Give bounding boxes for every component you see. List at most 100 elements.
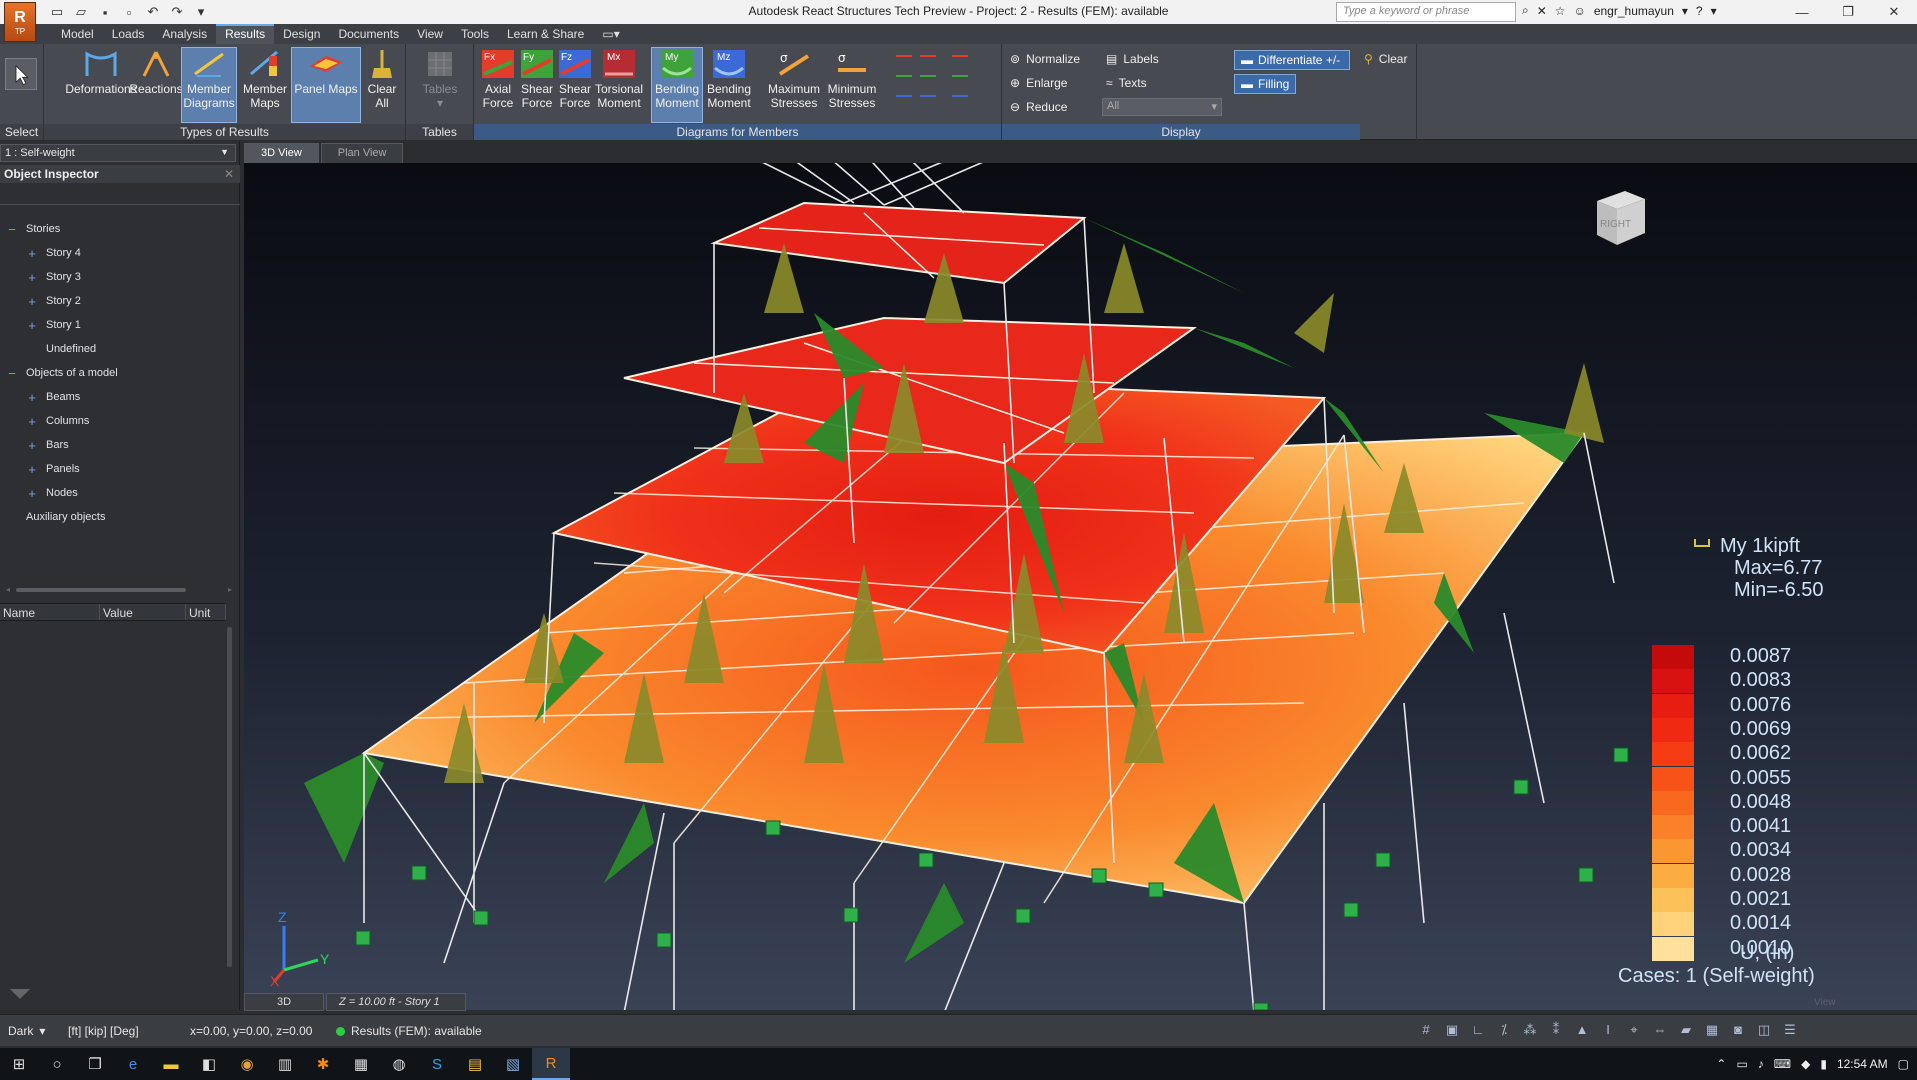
scroll-left-icon[interactable]: ◂: [6, 585, 10, 594]
qat-dropdown-icon[interactable]: ▾: [192, 3, 210, 21]
edge-icon[interactable]: e: [114, 1048, 152, 1080]
tables-button[interactable]: Tables ▾: [420, 48, 460, 110]
binoculars-icon[interactable]: ⌕: [1522, 3, 1529, 18]
torsional-moment-button[interactable]: Mx Torsional Moment: [590, 48, 648, 110]
react-structures-taskbar-icon[interactable]: R: [532, 1048, 570, 1080]
scroll-right-icon[interactable]: ▸: [228, 585, 232, 594]
bending-moment-my-button[interactable]: My Bending Moment: [651, 47, 703, 123]
app-2-icon[interactable]: ✱: [304, 1048, 342, 1080]
cortana-search-icon[interactable]: ○: [38, 1048, 76, 1080]
app-4-icon[interactable]: ▧: [494, 1048, 532, 1080]
store-icon[interactable]: ◧: [190, 1048, 228, 1080]
settings-icon[interactable]: ☰: [1782, 1022, 1798, 1038]
pan-icon[interactable]: ⇔: [1652, 1022, 1668, 1038]
tab-model[interactable]: Model: [52, 24, 103, 44]
normalize-button[interactable]: ⊚ Normalize: [1010, 52, 1080, 66]
panel-maps-button[interactable]: Panel Maps: [291, 47, 361, 123]
texts-button[interactable]: ≈ Texts: [1106, 76, 1147, 90]
expand-icon[interactable]: +: [26, 462, 38, 477]
help-icon[interactable]: ?: [1696, 4, 1703, 18]
task-view-icon[interactable]: ❐: [76, 1048, 114, 1080]
section-icon[interactable]: ⌖: [1626, 1022, 1642, 1038]
bending-moment-mz-button[interactable]: Mz Bending Moment: [704, 48, 754, 110]
differentiate-toggle[interactable]: ▬ Differentiate +/-: [1234, 50, 1350, 70]
tree-item[interactable]: + Story 3: [0, 265, 240, 289]
clear-all-button[interactable]: Clear All: [360, 48, 404, 110]
clock[interactable]: 12:54 AM: [1837, 1057, 1888, 1071]
user-icon[interactable]: ☺: [1574, 4, 1586, 18]
member-maps-button[interactable]: Member Maps: [240, 48, 290, 110]
tab-learn-share[interactable]: Learn & Share: [498, 24, 593, 44]
maximum-stresses-button[interactable]: σ Maximum Stresses: [766, 48, 822, 110]
minimum-stresses-button[interactable]: σ Minimum Stresses: [824, 48, 880, 110]
view-cube[interactable]: RIGHT: [1589, 187, 1647, 247]
props-col-value[interactable]: Value: [100, 604, 186, 620]
tab-3d-view[interactable]: 3D View: [244, 143, 319, 163]
new-file-icon[interactable]: ▭: [48, 3, 66, 21]
app-logo[interactable]: R TP: [4, 2, 36, 42]
stress-components-icon-grid[interactable]: [892, 48, 996, 120]
load-case-select[interactable]: 1 : Self-weight ▼: [0, 144, 236, 162]
reduce-button[interactable]: ⊖ Reduce: [1010, 100, 1067, 114]
select-button[interactable]: [4, 58, 38, 92]
reactions-button[interactable]: Reactions: [126, 48, 186, 96]
expand-icon[interactable]: +: [26, 318, 38, 333]
tree-item[interactable]: + Story 1: [0, 313, 240, 337]
collapse-icon[interactable]: −: [6, 366, 18, 381]
notifications-icon[interactable]: ▢: [1898, 1057, 1909, 1071]
view-mode-3d[interactable]: 3D: [244, 993, 324, 1011]
skype-icon[interactable]: S: [418, 1048, 456, 1080]
measure-icon[interactable]: ⁒: [1496, 1022, 1512, 1038]
ortho-icon[interactable]: ∟: [1470, 1022, 1486, 1038]
tab-documents[interactable]: Documents: [329, 24, 408, 44]
labels-button[interactable]: ▤ Labels: [1106, 52, 1159, 66]
axial-force-button[interactable]: Fx Axial Force: [476, 48, 520, 110]
display-filter-select[interactable]: All ▾: [1102, 98, 1222, 116]
drive-icon[interactable]: ◆: [1801, 1057, 1810, 1071]
network-icon[interactable]: ▭: [1736, 1057, 1747, 1071]
props-col-name[interactable]: Name: [0, 604, 100, 620]
units-indicator[interactable]: [ft] [kip] [Deg]: [68, 1024, 139, 1038]
tab-design[interactable]: Design: [274, 24, 329, 44]
battery-icon[interactable]: ▮: [1820, 1057, 1827, 1071]
dim2-icon[interactable]: ⁑: [1548, 1022, 1564, 1038]
user-dropdown-icon[interactable]: ▾: [1682, 4, 1688, 18]
expand-icon[interactable]: +: [26, 414, 38, 429]
tab-extra-dropdown-icon[interactable]: ▭▾: [593, 24, 628, 44]
filling-toggle[interactable]: ▬ Filling: [1234, 74, 1296, 94]
grid-icon[interactable]: #: [1418, 1022, 1434, 1038]
expand-icon[interactable]: +: [26, 246, 38, 261]
tree-item[interactable]: + Bars: [0, 433, 240, 457]
tree-item[interactable]: Undefined: [0, 337, 240, 361]
tab-loads[interactable]: Loads: [103, 24, 154, 44]
table-view-icon[interactable]: ▦: [1704, 1022, 1720, 1038]
folder-icon[interactable]: ▤: [456, 1048, 494, 1080]
window-layout-icon[interactable]: ◫: [1756, 1022, 1772, 1038]
shear-force-fy-button[interactable]: Fy Shear Force: [516, 48, 558, 110]
tab-results[interactable]: Results: [216, 24, 275, 44]
tree-item[interactable]: + Beams: [0, 385, 240, 409]
tree-item[interactable]: Auxiliary objects: [0, 505, 240, 529]
panel-collapse-icon[interactable]: [10, 989, 30, 999]
expand-icon[interactable]: +: [26, 438, 38, 453]
object-inspector-close-icon[interactable]: ✕: [224, 167, 234, 181]
tree-scroll-thumb[interactable]: [16, 588, 186, 592]
text-cursor-icon[interactable]: I: [1600, 1022, 1616, 1038]
tab-view[interactable]: View: [408, 24, 452, 44]
expand-icon[interactable]: +: [26, 294, 38, 309]
open-folder-icon[interactable]: ▱: [72, 3, 90, 21]
expand-icon[interactable]: +: [26, 270, 38, 285]
volume-icon[interactable]: ♪: [1758, 1057, 1764, 1071]
tree-item[interactable]: + Nodes: [0, 481, 240, 505]
tree-item[interactable]: + Panels: [0, 457, 240, 481]
visibility-icon[interactable]: ▲: [1574, 1022, 1590, 1038]
help-dropdown-icon[interactable]: ▾: [1711, 4, 1717, 18]
user-name[interactable]: engr_humayun: [1594, 4, 1674, 18]
snap-icon[interactable]: ▣: [1444, 1022, 1460, 1038]
dim-icon[interactable]: ⁂: [1522, 1022, 1538, 1038]
undo-icon[interactable]: ↶: [144, 3, 162, 21]
tools-icon[interactable]: ✕: [1537, 4, 1547, 18]
properties-vertical-scrollbar[interactable]: [225, 621, 235, 991]
collapse-icon[interactable]: −: [6, 222, 18, 237]
tables-dropdown-icon[interactable]: ▾: [437, 96, 443, 110]
